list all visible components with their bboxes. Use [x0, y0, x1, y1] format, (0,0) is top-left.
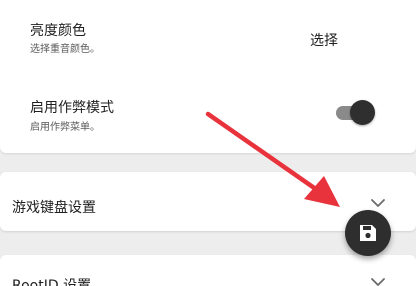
cheat-mode-subtitle: 启用作弊菜单。	[30, 122, 100, 133]
brightness-color-title: 亮度颜色	[30, 23, 86, 39]
cheat-mode-toggle[interactable]	[336, 100, 376, 126]
settings-screen: 亮度颜色 选择重音颜色。 选择 启用作弊模式 启用作弊菜单。 游戏键盘设置 Ro…	[0, 0, 416, 286]
select-color-button[interactable]: 选择	[310, 30, 338, 50]
chevron-down-icon[interactable]	[370, 277, 386, 286]
rootid-section-title: RootID 设置	[12, 278, 92, 286]
cheat-mode-title: 启用作弊模式	[30, 100, 114, 116]
chevron-down-icon[interactable]	[370, 198, 386, 208]
save-icon	[360, 225, 376, 241]
brightness-color-subtitle: 选择重音颜色。	[30, 44, 100, 55]
game-keyboard-title: 游戏键盘设置	[12, 200, 96, 216]
rootid-section[interactable]: RootID 设置	[0, 255, 416, 286]
toggle-thumb	[350, 100, 375, 125]
save-button[interactable]	[345, 210, 391, 256]
settings-card: 亮度颜色 选择重音颜色。 选择 启用作弊模式 启用作弊菜单。	[0, 0, 416, 153]
